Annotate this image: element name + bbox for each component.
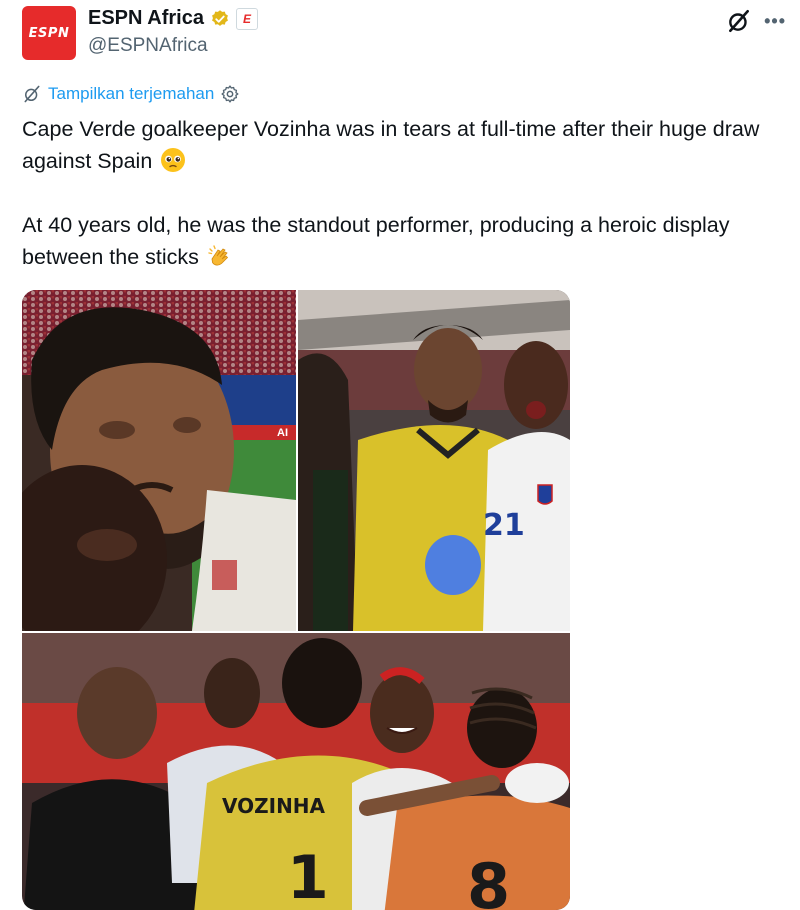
svg-text:8: 8	[467, 850, 510, 910]
tweet-paragraph-1-text: Cape Verde goalkeeper Vozinha was in tea…	[22, 117, 760, 173]
tweet-text: Cape Verde goalkeeper Vozinha was in tea…	[22, 113, 792, 273]
account-name[interactable]: ESPN Africa	[88, 7, 204, 30]
gear-icon[interactable]	[220, 84, 240, 104]
svg-text:21: 21	[483, 508, 525, 543]
photo-team-celebration[interactable]: VOZINHA 1 8	[22, 633, 570, 910]
svg-text:1: 1	[287, 843, 329, 910]
more-icon[interactable]: •••	[764, 11, 786, 32]
avatar-logo-text: ESPN	[28, 25, 70, 41]
name-row: ESPN Africa E	[88, 7, 258, 30]
account-handle[interactable]: @ESPNAfrica	[88, 35, 208, 57]
tweet-header: ESPN ESPN Africa E @ESPNAfrica •••	[22, 6, 786, 62]
tweet-paragraph-1: Cape Verde goalkeeper Vozinha was in tea…	[22, 113, 792, 177]
tweet-paragraph-2: At 40 years old, he was the standout per…	[22, 209, 792, 273]
avatar[interactable]: ESPN	[22, 6, 76, 60]
translate-icon	[24, 85, 40, 103]
show-translation-link[interactable]: Tampilkan terjemahan	[48, 84, 214, 104]
affiliate-badge[interactable]: E	[235, 7, 258, 30]
board-text-right: AI	[277, 427, 288, 439]
media-grid[interactable]: VO AI	[22, 290, 570, 910]
pleading-face-emoji-icon	[161, 148, 186, 172]
top-actions: •••	[726, 8, 786, 34]
photo-goalkeeper-closeup[interactable]: VO AI	[22, 290, 296, 631]
photo-goalkeeper-hugged[interactable]: 21	[298, 290, 570, 631]
translate-row: Tampilkan terjemahan	[22, 84, 240, 104]
verified-badge-icon	[212, 9, 228, 26]
clapping-hands-emoji-icon	[208, 245, 228, 266]
jersey-name: VOZINHA	[222, 794, 326, 818]
tweet-paragraph-2-text: At 40 years old, he was the standout per…	[22, 213, 730, 269]
grok-icon[interactable]	[726, 8, 752, 34]
